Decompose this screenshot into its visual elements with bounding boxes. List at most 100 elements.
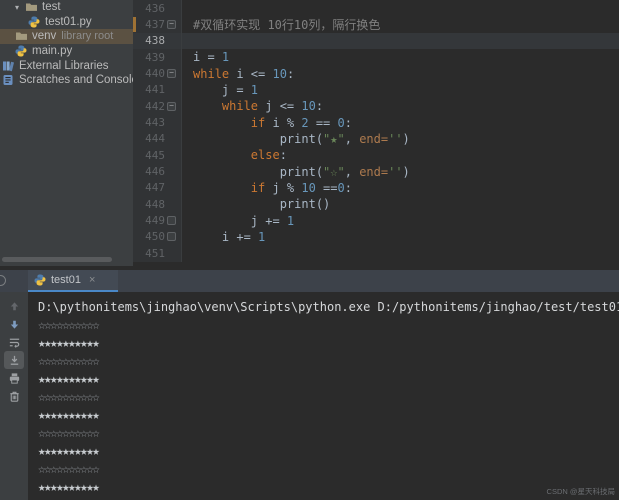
- console-output[interactable]: D:\pythonitems\jinghao\venv\Scripts\pyth…: [28, 292, 619, 500]
- output-line-filled-stars: ★★★★★★★★★★: [38, 370, 619, 388]
- scratches-icon: [2, 74, 15, 86]
- soft-wrap-icon[interactable]: [4, 333, 24, 351]
- tree-item-test[interactable]: ▾test: [0, 0, 133, 15]
- folder-icon: [15, 30, 28, 42]
- gutter-line-449[interactable]: 449: [133, 212, 182, 228]
- tree-item-test01-py[interactable]: test01.py: [0, 15, 133, 30]
- libraries-icon: [2, 60, 15, 72]
- output-line-hollow-stars: ☆☆☆☆☆☆☆☆☆☆: [38, 352, 619, 370]
- console-tab-test01[interactable]: test01 ×: [28, 270, 118, 292]
- tree-item-secondary-label: library root: [61, 30, 113, 42]
- code-line-443[interactable]: 443 if i % 2 == 0:: [133, 114, 619, 130]
- fold-marker-icon[interactable]: −: [165, 102, 178, 111]
- line-number: 438: [133, 34, 165, 47]
- gutter-line-438[interactable]: 438: [133, 33, 182, 49]
- output-line-hollow-stars: ☆☆☆☆☆☆☆☆☆☆: [38, 316, 619, 334]
- tree-item-scratches-and-consoles[interactable]: Scratches and Consoles: [0, 73, 133, 88]
- watermark: CSDN @星天科技局: [547, 486, 615, 497]
- code-line-437[interactable]: 437−#双循环实现 10行10列，隔行换色: [133, 16, 619, 32]
- line-number: 448: [133, 198, 165, 211]
- code-text: if j % 10 ==0:: [182, 181, 352, 195]
- code-text: i += 1: [182, 230, 265, 244]
- output-line-hollow-stars: ☆☆☆☆☆☆☆☆☆☆: [38, 388, 619, 406]
- console-toolbar: [0, 292, 28, 500]
- fold-marker-icon[interactable]: −: [165, 69, 178, 78]
- gutter-line-437[interactable]: 437−: [133, 16, 182, 32]
- gutter-line-441[interactable]: 441: [133, 82, 182, 98]
- tree-item-label: Scratches and Consoles: [19, 74, 133, 86]
- output-line-hollow-stars: ☆☆☆☆☆☆☆☆☆☆: [38, 460, 619, 478]
- close-tab-icon[interactable]: ×: [89, 274, 95, 286]
- gutter-line-451[interactable]: 451: [133, 245, 182, 261]
- console-command-line: D:\pythonitems\jinghao\venv\Scripts\pyth…: [38, 298, 619, 316]
- gutter-line-446[interactable]: 446: [133, 163, 182, 179]
- code-line-440[interactable]: 440−while i <= 10:: [133, 65, 619, 81]
- fold-marker-icon[interactable]: [165, 216, 178, 225]
- gutter-line-444[interactable]: 444: [133, 131, 182, 147]
- code-text: if i % 2 == 0:: [182, 116, 352, 130]
- line-number: 449: [133, 214, 165, 227]
- gutter-line-439[interactable]: 439: [133, 49, 182, 65]
- line-number: 440: [133, 67, 165, 80]
- gutter-line-450[interactable]: 450: [133, 229, 182, 245]
- expand-chevron-icon[interactable]: ▾: [15, 3, 24, 12]
- down-arrow-icon[interactable]: [4, 315, 24, 333]
- folder-icon: [25, 1, 38, 13]
- project-tree: ▾testtest01.pyvenvlibrary rootmain.pyExt…: [0, 0, 133, 88]
- code-text: j += 1: [182, 214, 294, 228]
- code-line-441[interactable]: 441 j = 1: [133, 82, 619, 98]
- tree-item-venv[interactable]: venvlibrary root: [0, 29, 133, 44]
- output-line-filled-stars: ★★★★★★★★★★: [38, 478, 619, 496]
- code-text: i = 1: [182, 50, 229, 64]
- code-editor[interactable]: 436437−#双循环实现 10行10列，隔行换色438439i = 1440−…: [133, 0, 619, 270]
- gutter-line-442[interactable]: 442−: [133, 98, 182, 114]
- line-number: 436: [133, 2, 165, 15]
- code-text: print(): [182, 197, 330, 211]
- code-line-438[interactable]: 438: [133, 33, 619, 49]
- line-number: 447: [133, 181, 165, 194]
- run-toolwindow-tabbar: test01 ×: [0, 270, 619, 292]
- line-number: 443: [133, 116, 165, 129]
- changed-line-marker: [133, 17, 136, 31]
- line-number: 439: [133, 51, 165, 64]
- code-text: else:: [182, 148, 287, 162]
- code-line-450[interactable]: 450 i += 1: [133, 229, 619, 245]
- console-star-output: ☆☆☆☆☆☆☆☆☆☆★★★★★★★★★★☆☆☆☆☆☆☆☆☆☆★★★★★★★★★★…: [38, 316, 619, 496]
- output-line-filled-stars: ★★★★★★★★★★: [38, 406, 619, 424]
- print-icon[interactable]: [4, 369, 24, 387]
- gutter-line-440[interactable]: 440−: [133, 65, 182, 81]
- code-line-445[interactable]: 445 else:: [133, 147, 619, 163]
- tree-item-external-libraries[interactable]: External Libraries: [0, 58, 133, 73]
- fold-marker-icon[interactable]: [165, 232, 178, 241]
- gutter-line-443[interactable]: 443: [133, 114, 182, 130]
- scroll-to-end-icon[interactable]: [4, 351, 24, 369]
- line-number: 441: [133, 83, 165, 96]
- line-number: 451: [133, 247, 165, 260]
- tree-item-label: test01.py: [45, 16, 92, 28]
- code-line-449[interactable]: 449 j += 1: [133, 212, 619, 228]
- up-arrow-icon[interactable]: [4, 297, 24, 315]
- code-line-436[interactable]: 436: [133, 0, 619, 16]
- line-number: 442: [133, 100, 165, 113]
- code-text: while i <= 10:: [182, 67, 294, 81]
- gutter-line-447[interactable]: 447: [133, 180, 182, 196]
- code-line-444[interactable]: 444 print("★", end=''): [133, 131, 619, 147]
- project-panel-hscrollbar-thumb[interactable]: [2, 257, 112, 262]
- code-line-446[interactable]: 446 print("☆", end=''): [133, 163, 619, 179]
- code-line-451[interactable]: 451: [133, 245, 619, 261]
- gutter-line-436[interactable]: 436: [133, 0, 182, 16]
- fold-marker-icon[interactable]: −: [165, 20, 178, 29]
- code-text: print("★", end=''): [182, 132, 410, 146]
- tree-item-main-py[interactable]: main.py: [0, 44, 133, 59]
- line-number: 437: [133, 18, 165, 31]
- code-line-447[interactable]: 447 if j % 10 ==0:: [133, 180, 619, 196]
- code-line-448[interactable]: 448 print(): [133, 196, 619, 212]
- output-line-hollow-stars: ☆☆☆☆☆☆☆☆☆☆: [38, 424, 619, 442]
- clear-all-icon[interactable]: [4, 387, 24, 405]
- line-number: 444: [133, 132, 165, 145]
- code-line-442[interactable]: 442− while j <= 10:: [133, 98, 619, 114]
- gutter-line-445[interactable]: 445: [133, 147, 182, 163]
- console-tab-label: test01: [51, 274, 81, 286]
- gutter-line-448[interactable]: 448: [133, 196, 182, 212]
- code-line-439[interactable]: 439 i = 1: [133, 49, 619, 65]
